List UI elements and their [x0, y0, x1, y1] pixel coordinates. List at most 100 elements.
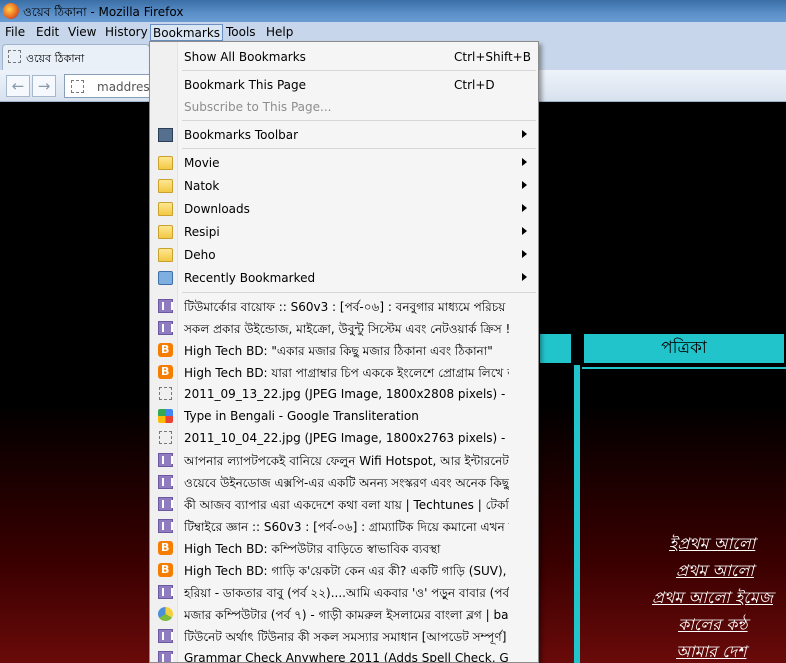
bookmark-label: Type in Bengali - Google Transliteration [184, 409, 419, 423]
show-all-bookmarks[interactable]: Show All Bookmarks Ctrl+Shift+B [150, 46, 538, 68]
bookmark-item[interactable]: টিউনেট অর্থাৎ টিউনার কী সকল সমস্যার সমাধ… [150, 625, 538, 647]
link-kaler-kantho[interactable]: কালের কন্ঠ [678, 612, 748, 639]
back-button[interactable]: ← [6, 75, 30, 97]
blank-page-icon [159, 387, 172, 400]
url-text: maddress [97, 80, 156, 94]
recently-bookmarked[interactable]: Recently Bookmarked [150, 267, 538, 289]
recent-bookmarks-icon [158, 271, 173, 285]
tab-current[interactable]: ওয়েব ঠিকানা [2, 44, 150, 70]
blogger-icon [158, 365, 173, 379]
bookmark-item[interactable]: Grammar Check Anywhere 2011 (Adds Spell … [150, 647, 538, 663]
menu-separator [182, 70, 536, 71]
bookmark-label: মজার কম্পিউটার (পর্ব ৭) - গাড়ী কামরুল ই… [184, 608, 509, 622]
bookmark-label: টিউমার্কোর বায়োফ :: S60v3 : [পর্ব-০৬] :… [184, 300, 509, 314]
link-eprothom-alo[interactable]: ইপ্রথম আলো [669, 531, 755, 558]
bookmark-label: Grammar Check Anywhere 2011 (Adds Spell … [184, 651, 509, 663]
bookmark-item[interactable]: টিউমার্কোর বায়োফ :: S60v3 : [পর্ব-০৬] :… [150, 295, 538, 317]
bookmark-label: টিম্বাইরে জ্ঞান :: S60v3 : [পর্ব-০৬] : গ… [184, 520, 509, 534]
bookmark-item[interactable]: সকল প্রকার উইন্ডোজ, মাইক্রো, উবুন্টু সিস… [150, 317, 538, 339]
folder-icon [158, 179, 173, 193]
bookmark-item[interactable]: High Tech BD: "একার মজার কিছু মজার ঠিকান… [150, 339, 538, 361]
bookmark-item[interactable]: টিম্বাইরে জ্ঞান :: S60v3 : [পর্ব-০৬] : গ… [150, 515, 538, 537]
menu-view[interactable]: View [66, 24, 98, 41]
menu-bookmarks[interactable]: Bookmarks [150, 24, 224, 41]
bookmark-label: সকল প্রকার উইন্ডোজ, মাইক্রো, উবুন্টু সিস… [184, 322, 509, 336]
techtunes-icon [158, 519, 173, 533]
link-amar-desh[interactable]: আমার দেশ [676, 639, 746, 663]
techtunes-icon [158, 453, 173, 467]
blogger-icon [158, 563, 173, 577]
bookmark-item[interactable]: ওয়েবে উইনডোজ এক্সপি-এর একটি অনন্য সংস্ক… [150, 471, 538, 493]
menu-label: Movie [184, 156, 220, 170]
folder-icon [158, 202, 173, 216]
bookmark-item[interactable]: Type in Bengali - Google Transliteration [150, 405, 538, 427]
bookmark-this-page[interactable]: Bookmark This Page Ctrl+D [150, 74, 538, 96]
bookmark-label: টিউনেট অর্থাৎ টিউনার কী সকল সমস্যার সমাধ… [184, 630, 509, 644]
bookmark-label: কী আজব ব্যাপার এরা একদেশে কথা বলা যায় |… [184, 498, 509, 512]
techtunes-icon [158, 475, 173, 489]
menu-shortcut: Ctrl+D [454, 78, 495, 92]
table-header-newspaper: পত্রিকা [582, 332, 786, 365]
folder-natok[interactable]: Natok [150, 175, 538, 197]
page-icon [8, 50, 21, 63]
bookmark-label: ওয়েবে উইনডোজ এক্সপি-এর একটি অনন্য সংস্ক… [184, 476, 509, 490]
folder-icon [158, 248, 173, 262]
menu-label: Subscribe to This Page... [184, 100, 332, 114]
page-icon [71, 80, 84, 93]
bookmark-item[interactable]: High Tech BD: কম্পিউটার বাড়িতে স্বাভাবি… [150, 537, 538, 559]
menu-edit[interactable]: Edit [34, 24, 61, 41]
url-bar[interactable]: maddress [64, 74, 156, 98]
window-title: ওয়েব ঠিকানা - Mozilla Firefox [23, 5, 184, 19]
tab-label: ওয়েব ঠিকানা [26, 52, 85, 65]
folder-downloads[interactable]: Downloads [150, 198, 538, 220]
techtunes-icon [158, 651, 173, 662]
bookmarks-toolbar-icon [158, 128, 173, 142]
blogger-icon [158, 541, 173, 555]
menu-history[interactable]: History [103, 24, 150, 41]
link-prothom-alo-image[interactable]: প্রথম আলো ইমেজ [652, 585, 773, 612]
bookmark-item[interactable]: আপনার ল্যাপটপকেই বানিয়ে ফেলুন Wifi Hots… [150, 449, 538, 471]
bookmark-label: High Tech BD: কম্পিউটার বাড়িতে স্বাভাবি… [184, 542, 441, 556]
bookmark-item[interactable]: 2011_09_13_22.jpg (JPEG Image, 1800x2808… [150, 383, 538, 405]
folder-resipi[interactable]: Resipi [150, 221, 538, 243]
bookmarks-toolbar[interactable]: Bookmarks Toolbar [150, 124, 538, 146]
table-header-cell [538, 332, 573, 365]
menu-separator [182, 148, 536, 149]
techtunes-icon [158, 299, 173, 313]
menubar: File Edit View History Bookmarks Tools H… [0, 22, 786, 42]
bookmark-label: আপনার ল্যাপটপকেই বানিয়ে ফেলুন Wifi Hots… [184, 454, 509, 468]
menu-help[interactable]: Help [264, 24, 295, 41]
table-divider [574, 365, 580, 663]
bookmark-item[interactable]: হরিয়া - ডাকতার বাবু (পর্ব ২২)....আমি এক… [150, 581, 538, 603]
link-prothom-alo[interactable]: প্রথম আলো [676, 558, 754, 585]
forward-button[interactable]: → [32, 75, 56, 97]
menu-separator [182, 292, 536, 293]
subscribe-to-page: Subscribe to This Page... [150, 96, 538, 118]
bookmark-item[interactable]: কী আজব ব্যাপার এরা একদেশে কথা বলা যায় |… [150, 493, 538, 515]
blank-page-icon [159, 431, 172, 444]
submenu-arrow-icon [522, 273, 527, 281]
folder-deho[interactable]: Deho [150, 244, 538, 266]
bookmark-label: 2011_09_13_22.jpg (JPEG Image, 1800x2808… [184, 387, 509, 401]
submenu-arrow-icon [522, 130, 527, 138]
folder-icon [158, 225, 173, 239]
techtunes-icon [158, 321, 173, 335]
menu-file[interactable]: File [3, 24, 27, 41]
bookmark-item[interactable]: High Tech BD: যারা পাগ্রাম্বার চিপ এককে … [150, 361, 538, 383]
techtunes-icon [158, 629, 173, 643]
menu-shortcut: Ctrl+Shift+B [454, 50, 531, 64]
blogger-icon [158, 343, 173, 357]
bookmark-item[interactable]: 2011_10_04_22.jpg (JPEG Image, 1800x2763… [150, 427, 538, 449]
bookmark-item[interactable]: মজার কম্পিউটার (পর্ব ৭) - গাড়ী কামরুল ই… [150, 603, 538, 625]
menu-label: Natok [184, 179, 220, 193]
bookmark-label: হরিয়া - ডাকতার বাবু (পর্ব ২২)....আমি এক… [184, 586, 509, 600]
menu-label: Downloads [184, 202, 250, 216]
pinwheel-icon [158, 607, 173, 621]
submenu-arrow-icon [522, 158, 527, 166]
folder-movie[interactable]: Movie [150, 152, 538, 174]
bookmark-item[interactable]: High Tech BD: গাড়ি ক'য়েকটা কেন এর কী? … [150, 559, 538, 581]
firefox-icon [3, 3, 19, 19]
menu-tools[interactable]: Tools [224, 24, 258, 41]
bookmark-label: High Tech BD: যারা পাগ্রাম্বার চিপ এককে … [184, 366, 509, 380]
menu-label: Deho [184, 248, 216, 262]
